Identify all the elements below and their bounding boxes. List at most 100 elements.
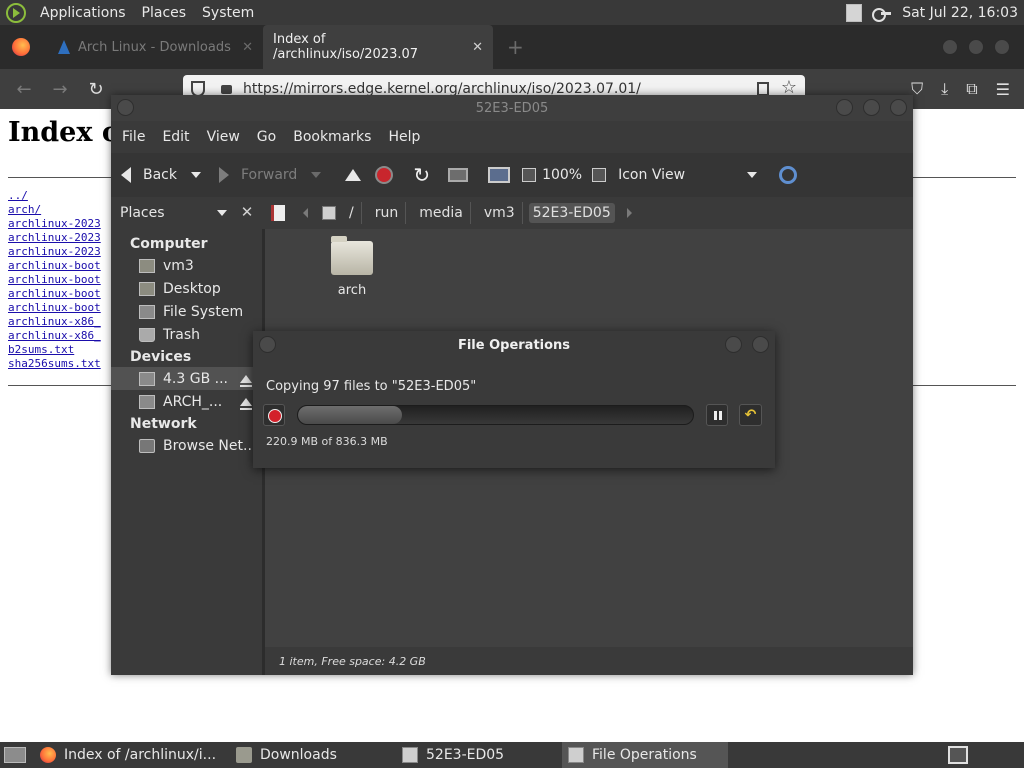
breadcrumb-current[interactable]: 52E3-ED05	[528, 203, 615, 223]
browser-tab-strip: Arch Linux - Downloads ✕ Index of /archl…	[0, 25, 1024, 69]
menu-file[interactable]: File	[117, 129, 157, 145]
listing-link[interactable]: archlinux-boot	[8, 301, 101, 315]
pause-button[interactable]	[706, 404, 728, 426]
breadcrumb-left-arrow-icon[interactable]	[303, 208, 308, 218]
clipboard-tray-icon[interactable]	[846, 3, 863, 22]
tab-close-icon[interactable]: ✕	[242, 40, 253, 55]
forward-history-dropdown[interactable]	[311, 172, 322, 178]
zoom-in-icon[interactable]	[592, 168, 607, 182]
sidebar-item-file-system[interactable]: File System	[111, 300, 262, 323]
window-menu-button[interactable]	[117, 99, 134, 116]
eject-icon[interactable]	[240, 397, 252, 410]
tab-index-of[interactable]: Index of /archlinux/iso/2023.07 ✕	[263, 25, 493, 69]
drive-icon	[402, 747, 418, 763]
task-label: Index of /archlinux/i...	[64, 747, 217, 763]
breadcrumb-vm3[interactable]: vm3	[477, 205, 522, 221]
sidebar-item-browse-network[interactable]: Browse Net...	[111, 434, 262, 457]
listing-link[interactable]: b2sums.txt	[8, 343, 101, 357]
menu-help[interactable]: Help	[383, 129, 432, 145]
listing-link[interactable]: archlinux-2023	[8, 245, 101, 259]
breadcrumb-root[interactable]: /	[342, 205, 361, 221]
sidebar-item-label: File System	[163, 303, 244, 320]
undo-button[interactable]: ↶	[739, 404, 762, 426]
applications-menu[interactable]: Applications	[32, 5, 134, 21]
forward-button[interactable]: Forward	[219, 167, 322, 183]
close-button[interactable]	[752, 336, 769, 353]
listing-link[interactable]: archlinux-boot	[8, 259, 101, 273]
system-menu[interactable]: System	[194, 5, 262, 21]
forward-arrow-icon[interactable]: →	[42, 79, 78, 100]
maximize-button[interactable]	[863, 99, 880, 116]
listing-link[interactable]: ../	[8, 189, 101, 203]
places-menu[interactable]: Places	[134, 5, 195, 21]
listing-link[interactable]: archlinux-boot	[8, 273, 101, 287]
listing-link[interactable]: archlinux-x86_	[8, 315, 101, 329]
sidebar-item-arch-volume[interactable]: ARCH_...	[111, 390, 262, 413]
menu-go[interactable]: Go	[252, 129, 288, 145]
chevron-down-icon	[217, 210, 227, 216]
listing-link[interactable]: archlinux-x86_	[8, 329, 101, 343]
back-button[interactable]: Back	[121, 167, 201, 183]
minimize-button[interactable]	[942, 39, 958, 55]
view-mode-select[interactable]: Icon View	[618, 167, 758, 183]
workspace-switcher-icon[interactable]	[948, 746, 968, 764]
listing-link[interactable]: archlinux-2023	[8, 217, 101, 231]
maximize-button[interactable]	[968, 39, 984, 55]
tab-close-icon[interactable]: ✕	[472, 40, 483, 55]
file-manager-titlebar[interactable]: 52E3-ED05	[111, 95, 913, 121]
sidebar-item-volume[interactable]: 4.3 GB ...	[111, 367, 262, 390]
back-arrow-icon[interactable]: ←	[6, 79, 42, 100]
reload-icon[interactable]: ↻	[413, 163, 430, 187]
reader-view-icon[interactable]	[757, 82, 769, 96]
reload-icon[interactable]: ↻	[78, 79, 114, 100]
listing-link[interactable]: arch/	[8, 203, 101, 217]
stop-icon[interactable]	[375, 166, 394, 184]
edit-location-icon[interactable]	[271, 205, 285, 221]
distro-logo-icon[interactable]	[6, 2, 26, 23]
close-button[interactable]	[994, 39, 1010, 55]
listing-link[interactable]: archlinux-2023	[8, 231, 101, 245]
task-52e3-ed05[interactable]: 52E3-ED05	[396, 742, 562, 768]
up-arrow-icon[interactable]	[345, 169, 362, 181]
file-item[interactable]: arch	[327, 236, 377, 298]
sidebar-item-desktop[interactable]: Desktop	[111, 277, 262, 300]
dialog-titlebar[interactable]: File Operations	[253, 331, 775, 359]
back-history-dropdown[interactable]	[191, 172, 201, 178]
menu-edit[interactable]: Edit	[157, 129, 201, 145]
sidebar-item-vm3[interactable]: vm3	[111, 254, 262, 277]
window-menu-button[interactable]	[259, 336, 276, 353]
listing-link[interactable]: archlinux-boot	[8, 287, 101, 301]
task-firefox[interactable]: Index of /archlinux/i...	[34, 742, 230, 768]
chevron-down-icon	[747, 172, 758, 178]
zoom-out-icon[interactable]	[522, 168, 537, 182]
show-desktop-icon[interactable]	[4, 747, 26, 763]
drive-icon[interactable]	[322, 206, 336, 220]
close-button[interactable]	[890, 99, 907, 116]
menu-bookmarks[interactable]: Bookmarks	[288, 129, 383, 145]
task-downloads[interactable]: Downloads	[230, 742, 396, 768]
panel-clock[interactable]: Sat Jul 22, 16:03	[902, 5, 1024, 21]
minimize-button[interactable]	[725, 336, 742, 353]
task-file-operations[interactable]: File Operations	[562, 742, 728, 768]
eject-icon[interactable]	[240, 374, 252, 387]
close-sidebar-icon[interactable]: ✕	[237, 203, 257, 223]
sidebar-item-trash[interactable]: Trash	[111, 323, 262, 346]
breadcrumb-run[interactable]: run	[368, 205, 406, 221]
downloads-icon[interactable]: ⤓	[941, 79, 948, 99]
lock-icon[interactable]	[221, 85, 232, 94]
hamburger-menu-icon[interactable]: ☰	[996, 80, 1010, 99]
sidebar-type-select[interactable]: Places	[116, 201, 233, 225]
menu-view[interactable]: View	[202, 129, 252, 145]
cancel-operation-button[interactable]	[263, 404, 285, 426]
new-tab-icon[interactable]: +	[507, 35, 524, 59]
key-tray-icon[interactable]	[872, 7, 892, 22]
search-icon[interactable]	[779, 166, 798, 184]
tab-arch-downloads[interactable]: Arch Linux - Downloads ✕	[48, 25, 263, 69]
extensions-icon[interactable]: ⧉	[966, 79, 977, 99]
breadcrumb-right-arrow-icon[interactable]	[626, 208, 632, 218]
breadcrumb-media[interactable]: media	[412, 205, 470, 221]
listing-link[interactable]: sha256sums.txt	[8, 357, 101, 371]
minimize-button[interactable]	[836, 99, 853, 116]
home-icon[interactable]	[448, 168, 469, 182]
computer-icon[interactable]	[488, 167, 511, 183]
